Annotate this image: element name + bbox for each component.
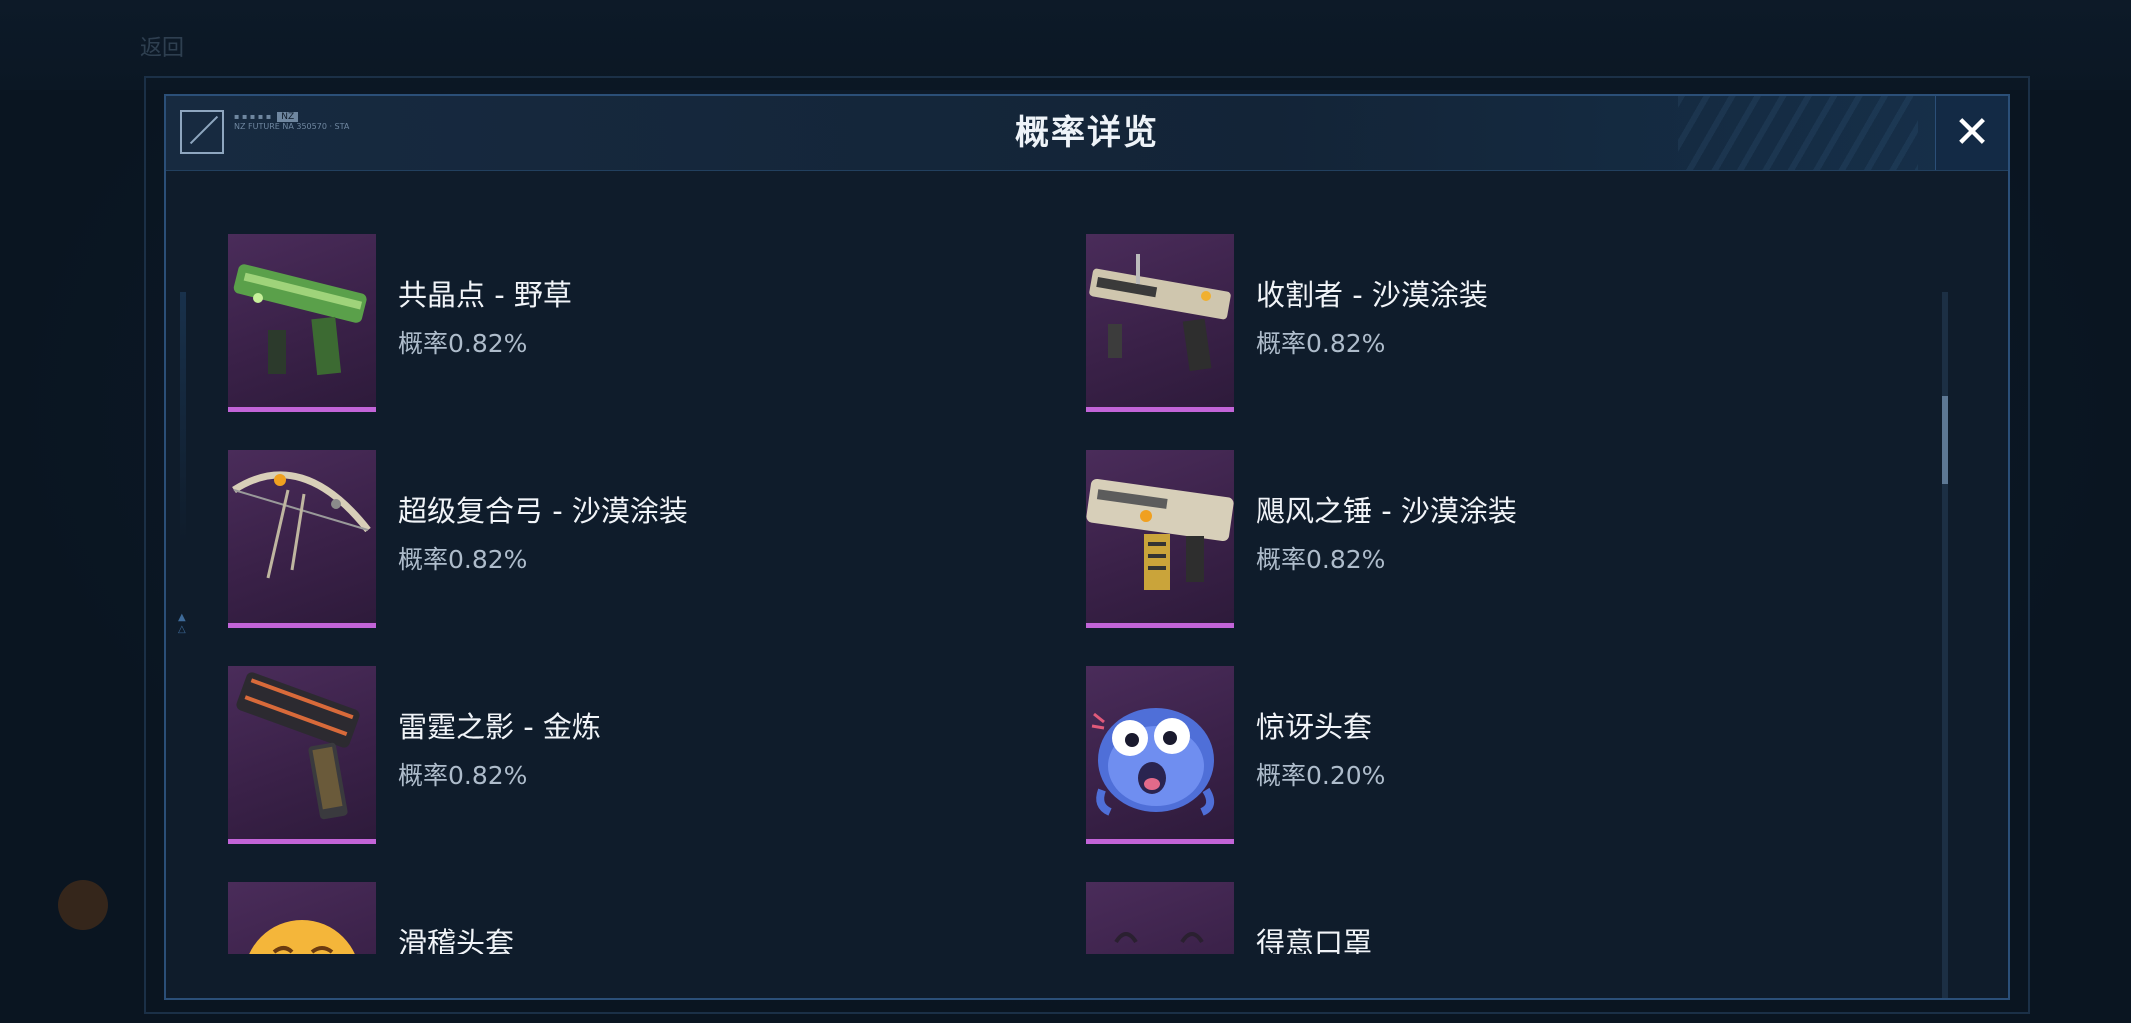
smg-green-icon	[233, 264, 367, 376]
background-avatar	[58, 880, 108, 930]
modal-content: ▲ △ 共晶点 - 野草 概率0.82% 收割者 - 沙漠涂装 概率0.82% …	[166, 172, 2008, 998]
item-thumbnail	[228, 666, 376, 844]
item-list[interactable]: 共晶点 - 野草 概率0.82% 收割者 - 沙漠涂装 概率0.82% 超级复合…	[166, 172, 1966, 954]
item-thumbnail	[228, 234, 376, 412]
item-name: 飓风之锤 - 沙漠涂装	[1256, 494, 1517, 528]
list-item[interactable]: 超级复合弓 - 沙漠涂装 概率0.82%	[228, 450, 1028, 630]
bow-desert-icon	[232, 471, 371, 579]
rifle-desert-icon	[1089, 254, 1231, 372]
modal-title: 概率详览	[1015, 113, 1159, 153]
item-thumbnail	[228, 882, 376, 954]
scrollbar-thumb[interactable]	[1942, 396, 1948, 484]
item-name: 雷霆之影 - 金炼	[398, 710, 601, 744]
item-thumbnail	[1086, 882, 1234, 954]
item-probability: 概率0.82%	[398, 545, 528, 574]
list-item[interactable]: 雷霆之影 - 金炼 概率0.82%	[228, 666, 1028, 846]
item-name: 收割者 - 沙漠涂装	[1256, 278, 1488, 312]
close-icon[interactable]: ✕	[1936, 96, 2008, 170]
list-item[interactable]: 飓风之锤 - 沙漠涂装 概率0.82%	[1086, 450, 1886, 630]
item-thumbnail	[1086, 666, 1234, 844]
item-probability: 概率0.82%	[398, 761, 528, 790]
list-item[interactable]: 惊讶头套 概率0.20%	[1086, 666, 1886, 846]
smug-mask-icon	[1114, 932, 1204, 944]
close-button[interactable]: ✕	[1935, 96, 2008, 170]
item-probability: 概率0.82%	[398, 329, 528, 358]
launcher-desert-icon	[1086, 478, 1234, 590]
item-thumbnail	[1086, 450, 1234, 628]
item-name: 共晶点 - 野草	[398, 278, 572, 312]
item-probability: 概率0.20%	[1256, 761, 1386, 790]
item-name: 超级复合弓 - 沙漠涂装	[398, 494, 688, 528]
item-probability: 概率0.82%	[1256, 545, 1386, 574]
list-item[interactable]: 滑稽头套	[228, 882, 1028, 954]
item-name: 滑稽头套	[398, 926, 515, 954]
item-probability: 概率0.82%	[1256, 329, 1386, 358]
item-name: 得意口罩	[1256, 926, 1373, 954]
background-back-label: 返回	[140, 36, 185, 61]
item-thumbnail	[228, 450, 376, 628]
probability-modal: ▪ ▪ ▪ ▪ ▪ NZ NZ FUTURE NA 350570 · STA 概率…	[164, 94, 2010, 1000]
item-thumbnail	[1086, 234, 1234, 412]
list-item[interactable]: 收割者 - 沙漠涂装 概率0.82%	[1086, 234, 1886, 414]
list-item[interactable]: 共晶点 - 野草 概率0.82%	[228, 234, 1028, 414]
pistol-gold-icon	[236, 672, 360, 820]
item-name: 惊讶头套	[1256, 710, 1373, 744]
surprised-mask-icon	[1091, 708, 1215, 816]
modal-header: ▪ ▪ ▪ ▪ ▪ NZ NZ FUTURE NA 350570 · STA 概率…	[166, 96, 2008, 171]
funny-mask-icon	[249, 920, 355, 954]
list-item[interactable]: 得意口罩	[1086, 882, 1886, 954]
